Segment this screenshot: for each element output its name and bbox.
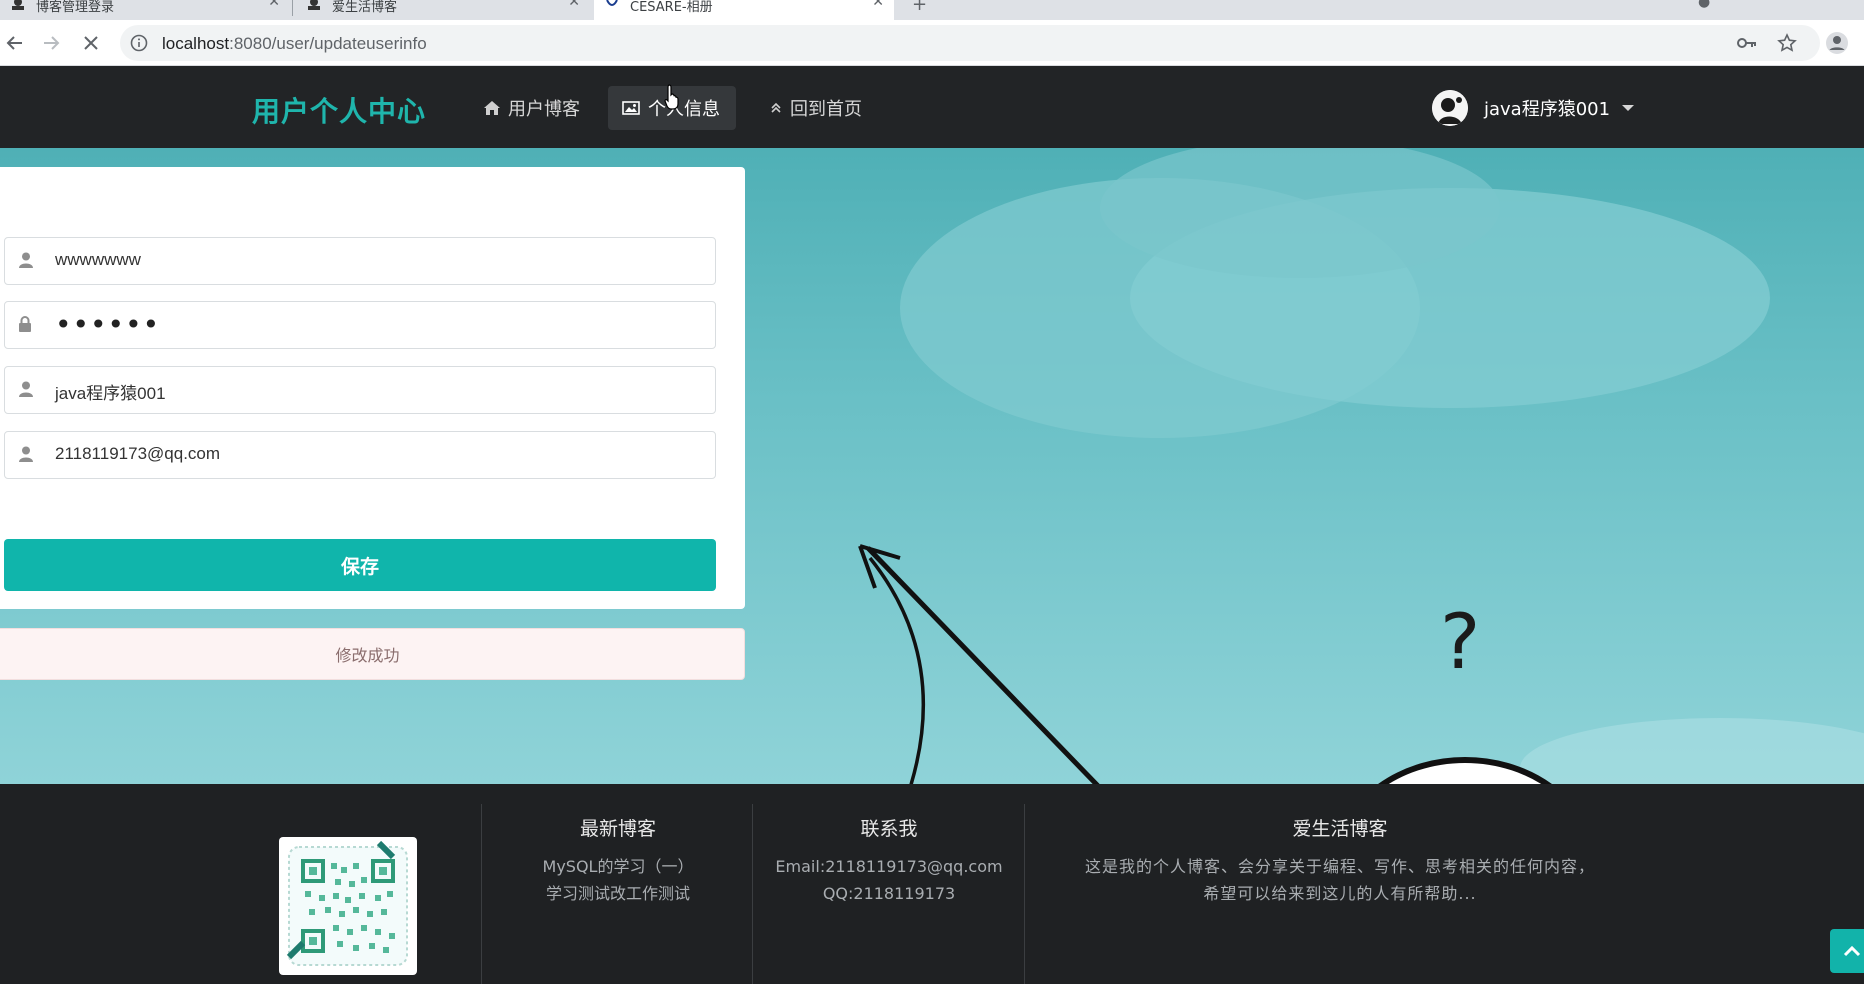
svg-text:?: ?: [1440, 597, 1480, 686]
info-icon[interactable]: [130, 34, 148, 52]
url-text[interactable]: localhost:8080/user/updateuserinfo: [162, 34, 427, 54]
browser-tab-label: CESARE-相册: [630, 0, 713, 15]
page-favicon-icon: [606, 0, 618, 6]
nickname-field[interactable]: java程序猿001: [4, 366, 716, 414]
new-tab-icon[interactable]: +: [912, 0, 927, 15]
browser-tab-1[interactable]: 博客管理登录 ✕: [0, 0, 290, 20]
brand-title[interactable]: 用户个人中心: [252, 90, 426, 130]
close-icon[interactable]: ✕: [268, 0, 280, 10]
site-navbar: 用户个人中心 用户博客 个人信息 回到首页 java程序猿001: [0, 66, 1864, 148]
footer-contact-qq: QQ:2118119173: [822, 884, 956, 903]
footer-about-line: 这是我的个人博客、会分享关于编程、写作、思考相关的任何内容，: [1084, 857, 1595, 876]
browser-tab-label: 爱生活博客: [332, 0, 398, 15]
browser-tab-strip: 博客管理登录 ✕ 爱生活博客 ✕ CESARE-相册 ✕ + ●: [0, 0, 1864, 20]
username-value: wwwwwww: [55, 250, 141, 269]
user-avatar-icon: [12, 0, 24, 10]
password-field[interactable]: ••••••: [4, 301, 716, 349]
email-field[interactable]: 2118119173@qq.com: [4, 431, 716, 479]
address-bar[interactable]: localhost:8080/user/updateuserinfo: [120, 25, 1820, 61]
footer-about-line: 希望可以给来到这儿的人有所帮助...: [1203, 884, 1477, 903]
back-to-top-button[interactable]: [1830, 929, 1864, 973]
tab-separator: [292, 0, 293, 16]
browser-toolbar: localhost:8080/user/updateuserinfo: [0, 20, 1864, 66]
user-icon: [19, 252, 33, 268]
nickname-value: java程序猿001: [55, 384, 166, 403]
username-label: java程序猿001: [1484, 99, 1611, 120]
browser-tab-label: 博客管理登录: [36, 0, 115, 15]
nav-item-user-blog[interactable]: 用户博客: [470, 86, 594, 130]
double-chevron-up-icon: [770, 102, 782, 114]
key-icon[interactable]: [1732, 28, 1762, 58]
footer-contact: 联系我 Email:2118119173@qq.com QQ:211811917…: [753, 814, 1025, 907]
lock-icon: [19, 316, 31, 332]
close-icon[interactable]: ✕: [568, 0, 580, 10]
footer-latest-blogs: 最新博客 MySQL的学习（一） 学习测试改工作测试: [482, 814, 754, 907]
forward-icon[interactable]: [36, 28, 66, 58]
nav-item-label: 用户博客: [508, 99, 580, 120]
avatar: [1432, 90, 1468, 126]
footer-latest-link[interactable]: MySQL的学习（一）: [482, 853, 754, 880]
caret-down-icon: [1622, 105, 1635, 111]
picture-icon: [622, 101, 640, 115]
browser-tab-2[interactable]: 爱生活博客 ✕: [296, 0, 590, 20]
success-alert: 修改成功: [0, 628, 745, 680]
profile-icon[interactable]: [1822, 28, 1852, 58]
home-icon: [484, 101, 500, 115]
footer-contact-title: 联系我: [860, 818, 918, 840]
footer-latest-title: 最新博客: [579, 818, 656, 840]
save-button[interactable]: 保存: [4, 539, 716, 591]
star-bookmark-icon[interactable]: [1772, 28, 1802, 58]
nav-item-label: 回到首页: [790, 99, 862, 120]
user-icon: [19, 446, 33, 462]
chevron-up-icon: [1843, 945, 1861, 957]
user-dropdown[interactable]: java程序猿001: [1432, 88, 1635, 128]
footer-about-title: 爱生活博客: [1292, 818, 1388, 840]
qr-code-image: [279, 837, 417, 975]
nav-item-back-home[interactable]: 回到首页: [756, 86, 876, 130]
user-info-form-card: wwwwwww •••••• java程序猿001 2118119173@qq.…: [0, 167, 745, 609]
site-footer: 最新博客 MySQL的学习（一） 学习测试改工作测试 联系我 Email:211…: [0, 784, 1864, 984]
footer-about: 爱生活博客 这是我的个人博客、会分享关于编程、写作、思考相关的任何内容， 希望可…: [1025, 814, 1655, 907]
footer-contact-email: Email:2118119173@qq.com: [775, 857, 1003, 876]
stop-loading-icon[interactable]: [76, 28, 106, 58]
mouse-cursor-icon: [664, 84, 679, 110]
footer-latest-link[interactable]: 学习测试改工作测试: [482, 880, 754, 907]
back-icon[interactable]: [0, 28, 30, 58]
nav-item-label: 个人信息: [648, 99, 720, 120]
email-value: 2118119173@qq.com: [55, 444, 221, 463]
user-icon: [19, 381, 33, 397]
password-mask: ••••••: [55, 308, 161, 341]
close-icon[interactable]: ✕: [872, 0, 884, 10]
username-field[interactable]: wwwwwww: [4, 237, 716, 285]
user-avatar-icon: [308, 0, 320, 10]
browser-tab-3-active[interactable]: CESARE-相册 ✕: [594, 0, 894, 20]
profile-dot-icon[interactable]: ●: [1698, 0, 1710, 10]
